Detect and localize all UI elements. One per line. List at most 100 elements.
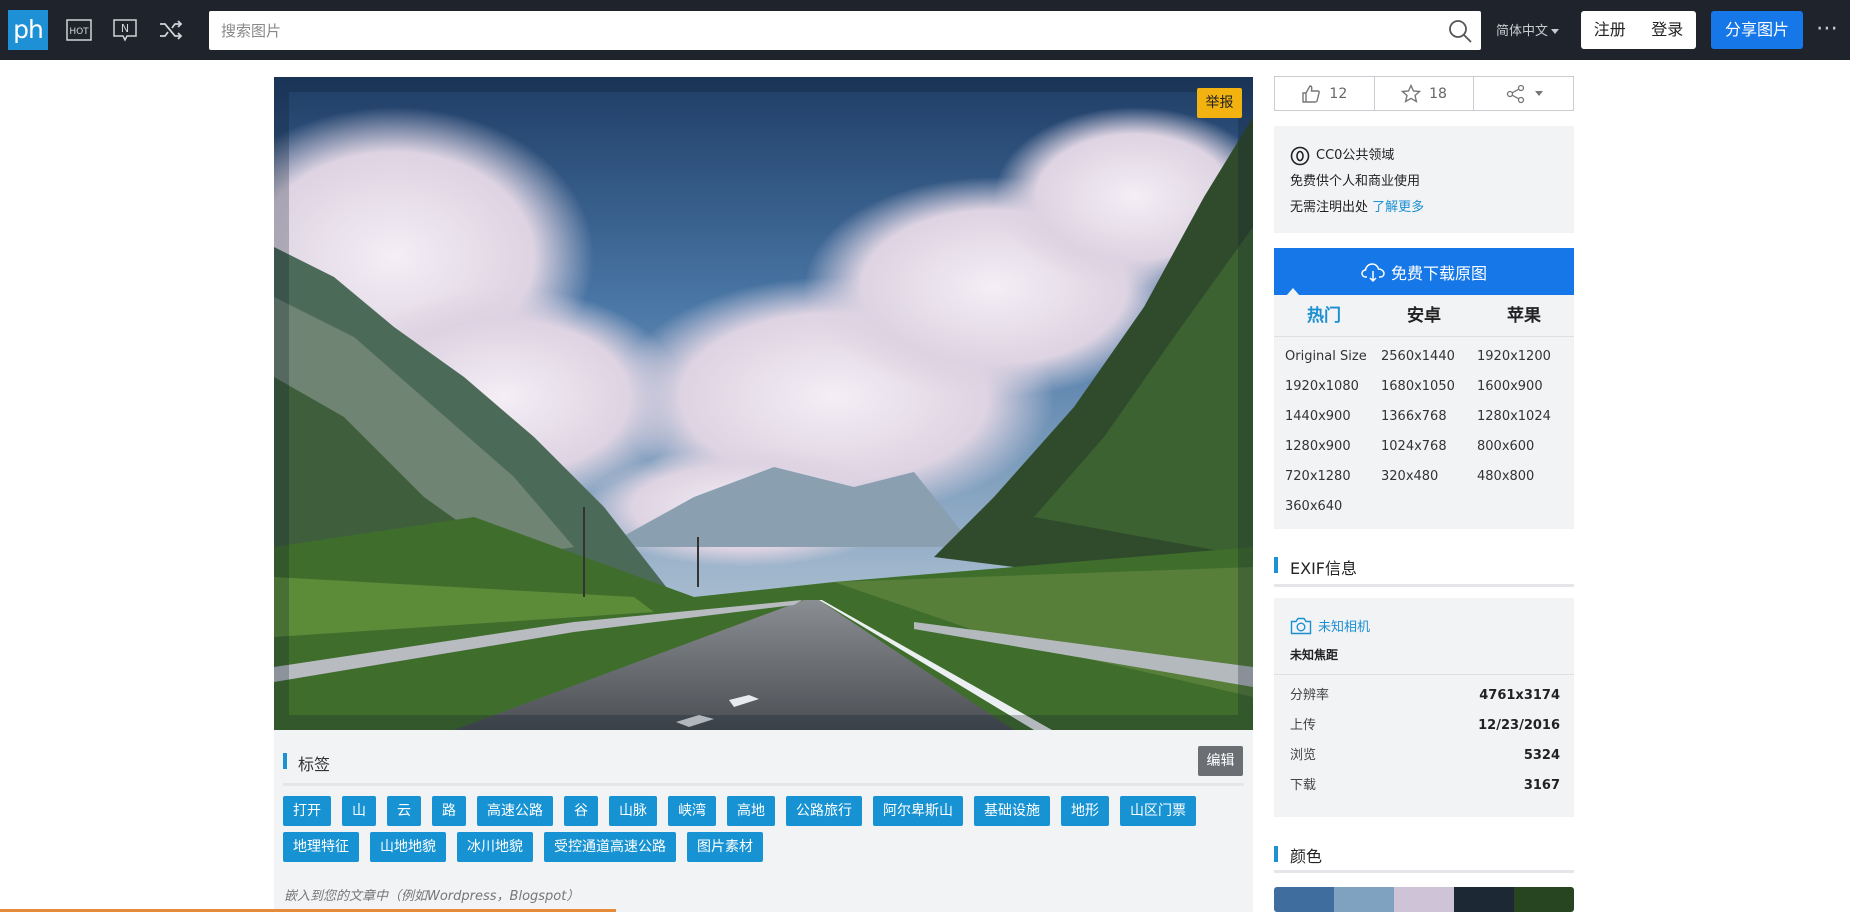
- exif-value: 5324: [1523, 748, 1560, 763]
- tag-item[interactable]: 山地地貌: [370, 832, 446, 862]
- divider: [283, 783, 1244, 786]
- size-link[interactable]: 1280x1024: [1477, 407, 1573, 427]
- free-download-button[interactable]: 免费下载原图: [1274, 248, 1574, 295]
- svg-text:HOT: HOT: [69, 27, 89, 37]
- search-input[interactable]: [221, 11, 1421, 50]
- shuffle-icon[interactable]: [157, 17, 185, 43]
- tag-list: 打开山云路高速公路谷山脉 峡湾 高地 公路旅行 阿尔卑斯山 基础设施 地形 山区门票地理特征山…: [283, 796, 1248, 862]
- size-link[interactable]: 800x600: [1477, 437, 1573, 457]
- learn-more-link[interactable]: 了解更多: [1372, 200, 1424, 215]
- hot-icon[interactable]: HOT: [65, 17, 93, 43]
- thumbs-up-icon: [1302, 84, 1321, 103]
- download-label: 免费下载原图: [1390, 263, 1487, 283]
- size-link[interactable]: 1366x768: [1381, 407, 1477, 427]
- size-link[interactable]: Original Size: [1285, 347, 1381, 367]
- size-list: Original Size 2560x1440 1920x1200 1920x1080…: [1285, 347, 1573, 517]
- exif-key: 分辨率: [1290, 688, 1330, 703]
- tag-item[interactable]: 山区门票: [1120, 796, 1196, 826]
- size-link[interactable]: 1920x1080: [1285, 377, 1381, 397]
- tag-item[interactable]: 冰川地貌: [457, 832, 533, 862]
- exif-title: EXIF信息: [1290, 559, 1357, 578]
- size-link[interactable]: 2560x1440: [1381, 347, 1477, 367]
- size-link[interactable]: 1440x900: [1285, 407, 1381, 427]
- exif-row: 下载 3167: [1290, 776, 1560, 806]
- exif-rows: 分辨率 4761x3174 上传 12/23/2016 浏览 5324 下载 3167: [1290, 686, 1560, 806]
- platform-tab[interactable]: 苹果: [1474, 295, 1574, 336]
- exif-value: 3167: [1523, 778, 1560, 793]
- share-icon: [1506, 84, 1524, 103]
- new-icon[interactable]: N: [111, 17, 139, 43]
- chevron-down-icon: [1551, 29, 1560, 34]
- focal-length: 未知焦距: [1290, 648, 1339, 662]
- size-link[interactable]: 1024x768: [1381, 437, 1477, 457]
- exif-panel: 未知相机 未知焦距 分辨率 4761x3174 上传 12/23/2016 浏览 5324…: [1274, 598, 1574, 817]
- tag-item[interactable]: 图片素材: [687, 832, 763, 862]
- language-selector[interactable]: 简体中文: [1496, 20, 1560, 39]
- tag-item[interactable]: 打开: [283, 796, 331, 826]
- color-swatch[interactable]: [1394, 887, 1454, 912]
- tag-item[interactable]: 受控通道高速公路: [544, 832, 676, 862]
- favorite-button[interactable]: 18: [1375, 77, 1475, 110]
- size-link[interactable]: 320x480: [1381, 467, 1477, 487]
- share-image-button[interactable]: 分享图片: [1711, 11, 1803, 49]
- platform-tabs: 热门 安卓 苹果: [1274, 295, 1574, 337]
- platform-tab[interactable]: 热门: [1274, 295, 1374, 336]
- tag-item[interactable]: 谷: [564, 796, 598, 826]
- svg-text:N: N: [121, 22, 129, 35]
- login-button[interactable]: 登录: [1639, 11, 1697, 49]
- auth-buttons: 注册 登录: [1581, 11, 1696, 49]
- edit-tags-button[interactable]: 编辑: [1198, 746, 1243, 776]
- color-swatch[interactable]: [1334, 887, 1394, 912]
- search-icon[interactable]: [1447, 18, 1473, 44]
- colors-title: 颜色: [1290, 847, 1323, 866]
- register-button[interactable]: 注册: [1581, 11, 1639, 49]
- color-swatch[interactable]: [1514, 887, 1574, 912]
- tag-item[interactable]: 公路旅行: [786, 796, 862, 826]
- color-swatch[interactable]: [1274, 887, 1334, 912]
- camera-info[interactable]: 未知相机: [1290, 616, 1370, 635]
- language-label: 简体中文: [1496, 24, 1549, 39]
- favorite-count: 18: [1429, 85, 1447, 102]
- color-swatch[interactable]: [1454, 887, 1514, 912]
- exif-key: 下载: [1290, 778, 1317, 793]
- cc0-icon: [1290, 146, 1310, 166]
- exif-key: 上传: [1290, 718, 1317, 733]
- size-link[interactable]: 1920x1200: [1477, 347, 1573, 367]
- main-photo[interactable]: [274, 77, 1253, 730]
- report-button[interactable]: 举报: [1197, 88, 1242, 118]
- exif-value: 4761x3174: [1479, 688, 1560, 703]
- star-icon: [1401, 83, 1422, 103]
- size-link[interactable]: 720x1280: [1285, 467, 1381, 487]
- share-dropdown[interactable]: [1474, 77, 1573, 110]
- tag-item[interactable]: 峡湾: [668, 796, 716, 826]
- size-link[interactable]: 480x800: [1477, 467, 1573, 487]
- tag-item[interactable]: 基础设施: [974, 796, 1050, 826]
- tag-item[interactable]: 地形: [1061, 796, 1109, 826]
- divider: [1274, 584, 1574, 587]
- size-link[interactable]: 360x640: [1285, 497, 1381, 517]
- size-link[interactable]: 1680x1050: [1381, 377, 1477, 397]
- site-logo[interactable]: ph: [8, 10, 48, 50]
- divider: [1274, 870, 1574, 873]
- color-swatches: [1274, 887, 1574, 912]
- more-menu-icon[interactable]: ⋯: [1816, 16, 1839, 41]
- embed-hint[interactable]: 嵌入到您的文章中（例如Wordpress，Blogspot）: [284, 885, 579, 904]
- exif-value: 12/23/2016: [1478, 718, 1560, 733]
- size-link[interactable]: 1280x900: [1285, 437, 1381, 457]
- search-bar: [209, 11, 1481, 50]
- tag-item[interactable]: 山脉: [609, 796, 657, 826]
- like-count: 12: [1329, 85, 1348, 102]
- tag-item[interactable]: 山: [342, 796, 376, 826]
- tag-item[interactable]: 云: [387, 796, 421, 826]
- size-link[interactable]: 1600x900: [1477, 377, 1573, 397]
- tag-item[interactable]: 路: [432, 796, 466, 826]
- platform-tab[interactable]: 安卓: [1374, 295, 1474, 336]
- exif-row: 上传 12/23/2016: [1290, 716, 1560, 746]
- tag-item[interactable]: 高速公路: [477, 796, 553, 826]
- tag-item[interactable]: 阿尔卑斯山: [873, 796, 963, 826]
- like-button[interactable]: 12: [1275, 77, 1375, 110]
- tag-item[interactable]: 高地: [727, 796, 775, 826]
- exif-row: 浏览 5324: [1290, 746, 1560, 776]
- tag-item[interactable]: 地理特征: [283, 832, 359, 862]
- size-panel: 热门 安卓 苹果 Original Size 2560x1440 1920x1200 19…: [1274, 295, 1574, 529]
